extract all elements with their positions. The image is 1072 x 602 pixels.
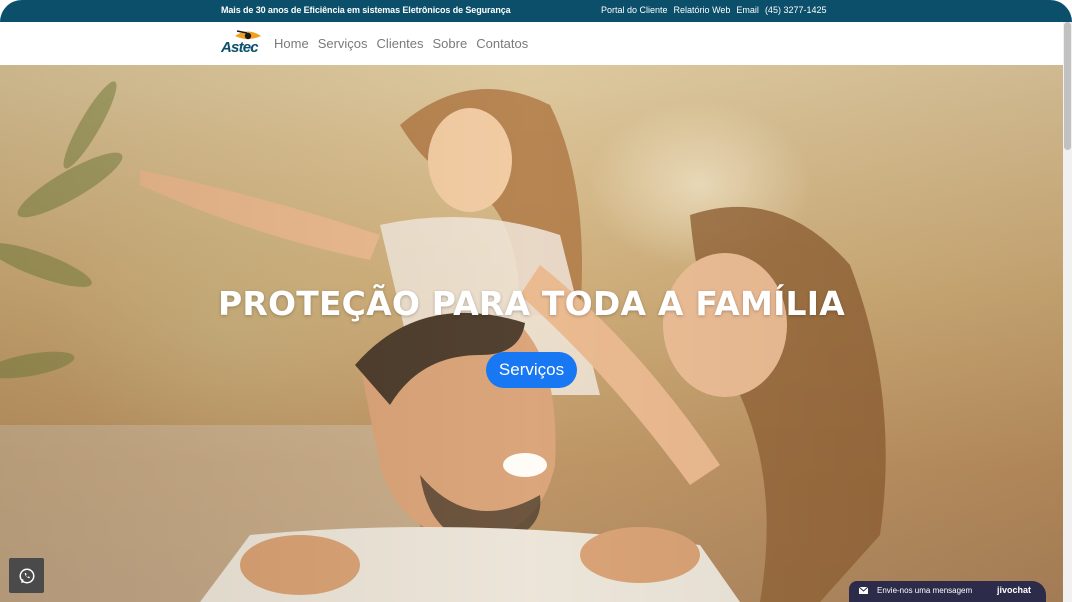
mail-icon: [859, 587, 868, 594]
nav-clientes[interactable]: Clientes: [377, 36, 424, 51]
email-link[interactable]: Email: [736, 5, 759, 15]
main-navbar: Astec Home Serviços Clientes Sobre Conta…: [0, 22, 1063, 66]
nav-contatos[interactable]: Contatos: [476, 36, 528, 51]
nav-home[interactable]: Home: [274, 36, 309, 51]
page-scrollbar[interactable]: [1063, 22, 1072, 602]
top-links: Portal do Cliente Relatório Web Email (4…: [601, 5, 826, 15]
whatsapp-button[interactable]: [9, 558, 44, 593]
chat-message-label: Envie-nos uma mensagem: [877, 586, 973, 595]
top-info-bar: Mais de 30 anos de Eficiência em sistema…: [0, 0, 1072, 22]
servicos-button[interactable]: Serviços: [486, 352, 577, 388]
scrollbar-thumb[interactable]: [1064, 22, 1071, 150]
phone-link[interactable]: (45) 3277-1425: [765, 5, 827, 15]
relatorio-web-link[interactable]: Relatório Web: [674, 5, 731, 15]
whatsapp-icon: [19, 568, 34, 583]
hero-banner: PROTEÇÃO PARA TODA A FAMÍLIA Serviços: [0, 65, 1063, 602]
nav-sobre[interactable]: Sobre: [433, 36, 468, 51]
chat-brand: jivochat: [997, 585, 1032, 595]
nav-links: Home Serviços Clientes Sobre Contatos: [274, 36, 528, 51]
nav-servicos[interactable]: Serviços: [318, 36, 368, 51]
hero-overlay: [0, 65, 1063, 602]
portal-cliente-link[interactable]: Portal do Cliente: [601, 5, 668, 15]
tagline: Mais de 30 anos de Eficiência em sistema…: [221, 5, 511, 15]
hero-title: PROTEÇÃO PARA TODA A FAMÍLIA: [217, 284, 845, 323]
jivochat-widget[interactable]: Envie-nos uma mensagem jivochat: [849, 581, 1046, 602]
logo[interactable]: Astec: [221, 27, 263, 59]
logo-text: Astec: [221, 39, 259, 56]
